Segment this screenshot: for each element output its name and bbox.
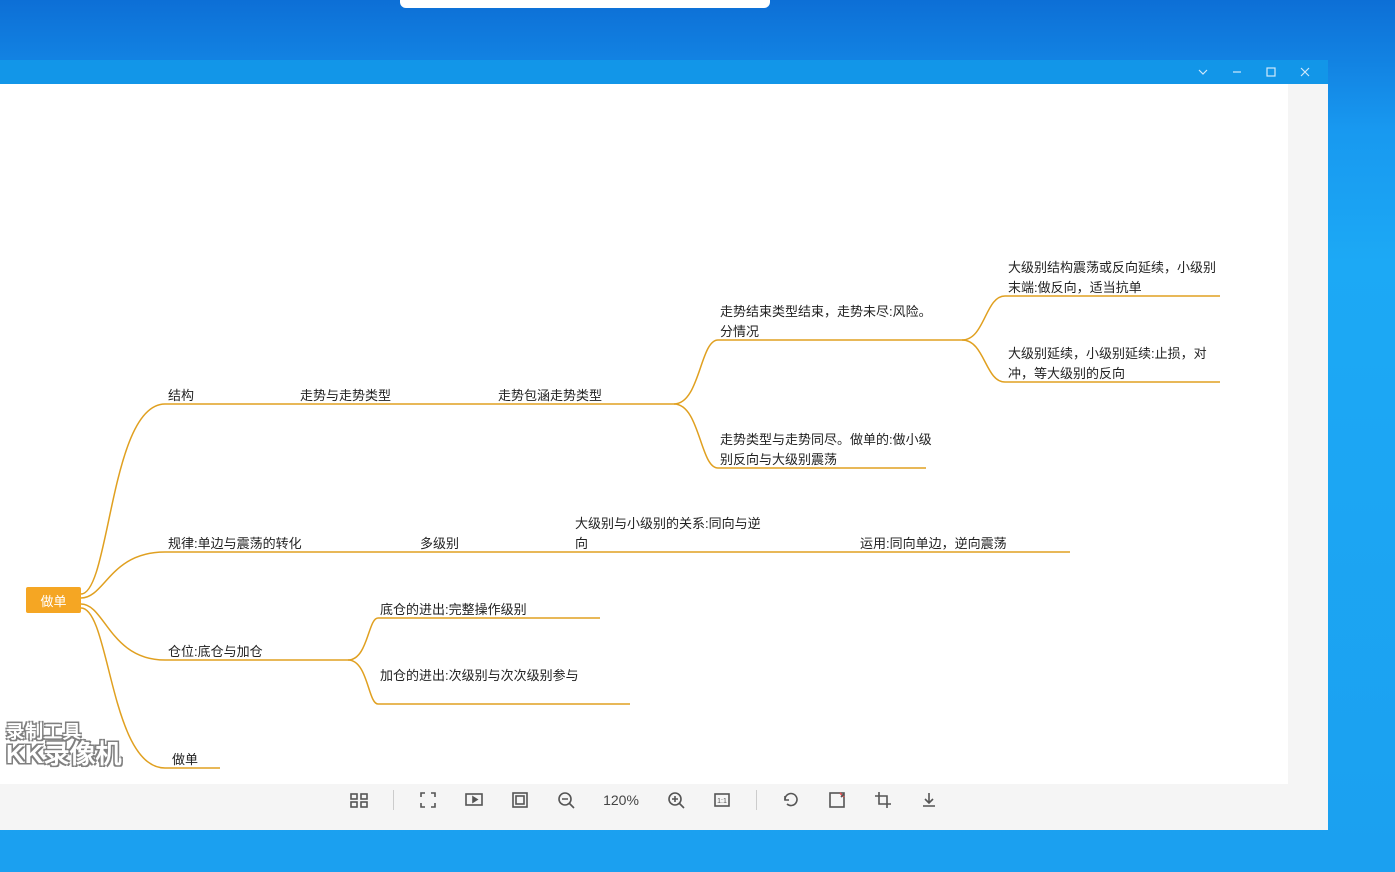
viewer-toolbar: 120% 1:1	[0, 780, 1288, 820]
node-place-order[interactable]: 做单	[172, 750, 198, 770]
slideshow-icon[interactable]	[462, 788, 486, 812]
titlebar	[0, 60, 1328, 84]
separator	[393, 790, 394, 810]
crop-icon[interactable]	[871, 788, 895, 812]
viewer-window: 做单 结构 走势与走势类型 走势包涵走势类型 走势结束类型结束，走势未尽:风险。…	[0, 60, 1328, 830]
node-apply-same-opposite[interactable]: 运用:同向单边，逆向震荡	[860, 534, 1007, 554]
zoom-in-icon[interactable]	[664, 788, 688, 812]
root-label: 做单	[40, 591, 66, 610]
node-level-relation[interactable]: 大级别与小级别的关系:同向与逆向	[575, 514, 765, 553]
actual-size-icon[interactable]: 1:1	[710, 788, 734, 812]
fit-window-icon[interactable]	[508, 788, 532, 812]
node-trend-end-risk[interactable]: 走势结束类型结束，走势未尽:风险。分情况	[720, 302, 940, 341]
mindmap-canvas[interactable]: 做单 结构 走势与走势类型 走势包涵走势类型 走势结束类型结束，走势未尽:风险。…	[0, 84, 1288, 784]
svg-text:1:1: 1:1	[717, 798, 727, 805]
node-large-oscillate[interactable]: 大级别结构震荡或反向延续，小级别末端:做反向，适当抗单	[1008, 258, 1228, 297]
separator	[756, 790, 757, 810]
window-close-button[interactable]	[1288, 60, 1322, 84]
top-address-bar-remnant	[400, 0, 770, 8]
node-structure[interactable]: 结构	[168, 386, 194, 406]
edit-icon[interactable]	[825, 788, 849, 812]
zoom-out-icon[interactable]	[554, 788, 578, 812]
node-large-continue[interactable]: 大级别延续，小级别延续:止损，对冲，等大级别的反向	[1008, 344, 1228, 383]
zoom-percentage[interactable]: 120%	[600, 792, 642, 808]
fullscreen-icon[interactable]	[416, 788, 440, 812]
node-add-pos[interactable]: 加仓的进出:次级别与次次级别参与	[380, 666, 600, 686]
mindmap-connectors	[0, 84, 1288, 784]
node-type-trend-same-end[interactable]: 走势类型与走势同尽。做单的:做小级别反向与大级别震荡	[720, 430, 940, 469]
node-trend-contains-type[interactable]: 走势包涵走势类型	[498, 386, 602, 406]
window-minimize-button[interactable]	[1220, 60, 1254, 84]
download-icon[interactable]	[917, 788, 941, 812]
node-rule-oneside-oscillate[interactable]: 规律:单边与震荡的转化	[168, 534, 302, 554]
node-base-pos[interactable]: 底仓的进出:完整操作级别	[380, 600, 527, 620]
node-position[interactable]: 仓位:底仓与加仓	[168, 642, 263, 662]
thumbnail-grid-icon[interactable]	[347, 788, 371, 812]
window-dropdown-button[interactable]	[1186, 60, 1220, 84]
node-trend-and-type[interactable]: 走势与走势类型	[300, 386, 391, 406]
node-multi-level[interactable]: 多级别	[420, 534, 459, 554]
rotate-icon[interactable]	[779, 788, 803, 812]
window-maximize-button[interactable]	[1254, 60, 1288, 84]
mindmap-root-node[interactable]: 做单	[26, 587, 81, 613]
